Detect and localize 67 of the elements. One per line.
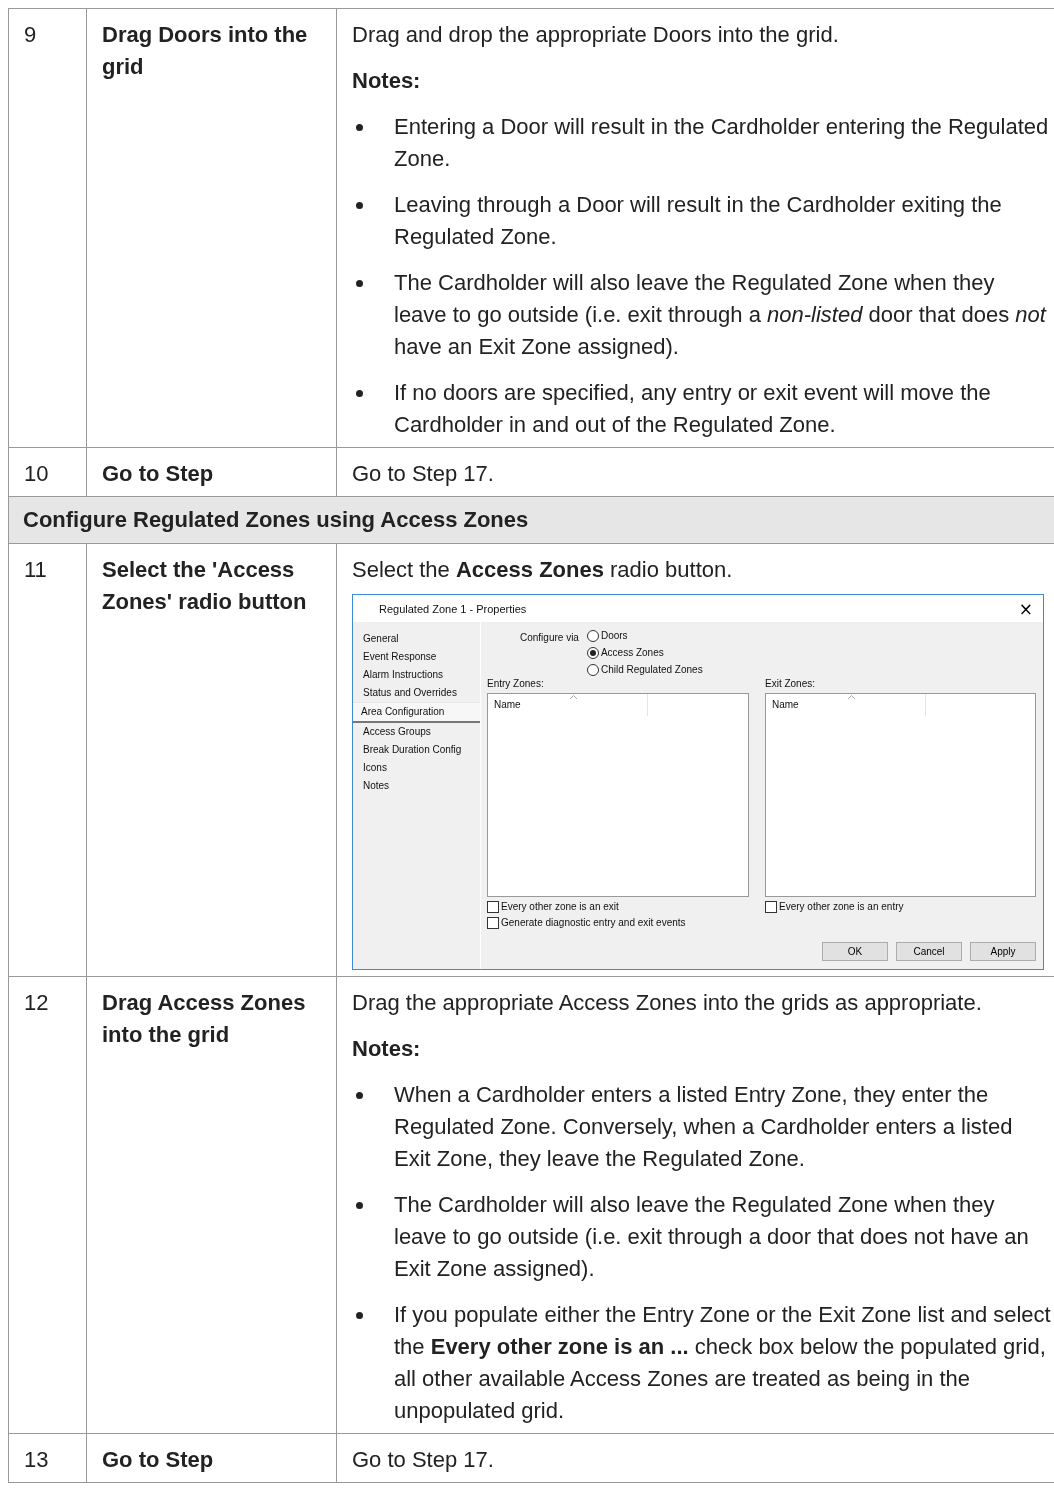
notes-heading: Notes: xyxy=(352,1035,422,1063)
description-text: Drag the appropriate Access Zones into the grids as appropriate. xyxy=(352,989,983,1017)
nav-item[interactable]: Event Response xyxy=(353,648,480,666)
notes-heading: Notes: xyxy=(352,67,422,95)
zone-list[interactable]: Name xyxy=(765,693,1036,897)
bullet-text: If you populate either the Entry Zone or the Exit Zone list and select the Every other zone is an ... check box below the populated grid, all other available Access Zones are treated as being in the unpopulated grid. xyxy=(394,1301,1052,1425)
description-text: Drag and drop the appropriate Doors into the grid. xyxy=(352,21,840,49)
radio-label: Child Regulated Zones xyxy=(600,664,703,676)
bullet-icon xyxy=(356,390,363,397)
nav-item[interactable]: Notes xyxy=(353,777,480,795)
bullet-text: The Cardholder will also leave the Regulated Zone when they leave to go outside (i.e. exit through a door that does not have an Exit Zone assigned). xyxy=(394,1191,1030,1283)
dialog-button[interactable]: OK xyxy=(822,942,888,961)
section-header: Configure Regulated Zones using Access Zones xyxy=(9,497,1054,544)
description-text: Go to Step 17. xyxy=(352,460,495,488)
list-label: Exit Zones: xyxy=(765,678,817,690)
checkbox[interactable] xyxy=(765,901,777,913)
bullet-icon xyxy=(356,1202,363,1209)
nav-item[interactable]: General xyxy=(353,630,480,648)
radio-label: Access Zones xyxy=(600,647,664,659)
step-number: 9 xyxy=(24,21,38,49)
zone-list[interactable]: Name xyxy=(487,693,749,897)
radio-button[interactable] xyxy=(586,647,599,659)
nav-item[interactable]: Break Duration Config xyxy=(353,741,480,759)
step-action: Drag Access Zones into the grid xyxy=(102,990,306,1047)
checkbox-label: Generate diagnostic entry and exit events xyxy=(501,917,686,929)
nav-item[interactable]: Status and Overrides xyxy=(353,684,480,702)
bullet-icon xyxy=(356,1092,363,1099)
radio-label: Doors xyxy=(600,630,628,642)
bullet-text: The Cardholder will also leave the Regulated Zone when they leave to go outside (i.e. exit through a non-listed door that does not have an Exit Zone assigned). xyxy=(394,269,1048,361)
step-number: 10 xyxy=(24,460,50,488)
dialog-title: Regulated Zone 1 - Properties xyxy=(379,602,527,615)
close-button[interactable]: × xyxy=(1018,600,1033,617)
bullet-text: When a Cardholder enters a listed Entry Zone, they enter the Regulated Zone. Conversely, when a Cardholder enters a listed Exit Zone, they leave the Regulated Zone. xyxy=(394,1081,1014,1173)
description-text: Select the Access Zones radio button. xyxy=(352,556,734,584)
bullet-text: If no doors are specified, any entry or exit event will move the Cardholder in and out of the Regulated Zone. xyxy=(394,379,992,439)
bullet-icon xyxy=(356,124,363,131)
dialog-button[interactable]: Apply xyxy=(970,942,1036,961)
bullet-text: Leaving through a Door will result in the Cardholder exiting the Regulated Zone. xyxy=(394,191,1003,251)
bullet-icon xyxy=(356,1312,363,1319)
step-action: Drag Doors into the grid xyxy=(102,22,308,79)
configure-label: Configure via xyxy=(520,631,579,645)
bullet-text: Entering a Door will result in the Cardholder entering the Regulated Zone. xyxy=(394,113,1050,173)
radio-button[interactable] xyxy=(586,630,599,642)
nav-item[interactable]: Icons xyxy=(353,759,480,777)
column-header[interactable]: Name xyxy=(488,694,648,716)
checkbox-label: Every other zone is an entry xyxy=(779,901,904,913)
step-action: Go to Step xyxy=(102,461,214,486)
nav-item[interactable]: Access Groups xyxy=(353,723,480,741)
checkbox[interactable] xyxy=(487,901,499,913)
bullet-icon xyxy=(356,202,363,209)
sort-caret-icon xyxy=(847,694,856,700)
step-number: 13 xyxy=(24,1446,50,1474)
dialog-button[interactable]: Cancel xyxy=(896,942,962,961)
step-number: 11 xyxy=(24,556,48,584)
checkbox-label: Every other zone is an exit xyxy=(501,901,619,913)
nav-item[interactable]: Area Configuration xyxy=(353,702,480,723)
list-label: Entry Zones: xyxy=(487,678,545,690)
bullet-icon xyxy=(356,280,363,287)
checkbox[interactable] xyxy=(487,917,499,929)
description-text: Go to Step 17. xyxy=(352,1446,495,1474)
sort-caret-icon xyxy=(569,694,578,700)
step-action: Select the 'Access Zones' radio button xyxy=(102,557,307,614)
nav-item[interactable]: Alarm Instructions xyxy=(353,666,480,684)
step-number: 12 xyxy=(24,989,50,1017)
column-header[interactable]: Name xyxy=(766,694,926,716)
step-action: Go to Step xyxy=(102,1447,214,1472)
radio-button[interactable] xyxy=(586,664,599,676)
